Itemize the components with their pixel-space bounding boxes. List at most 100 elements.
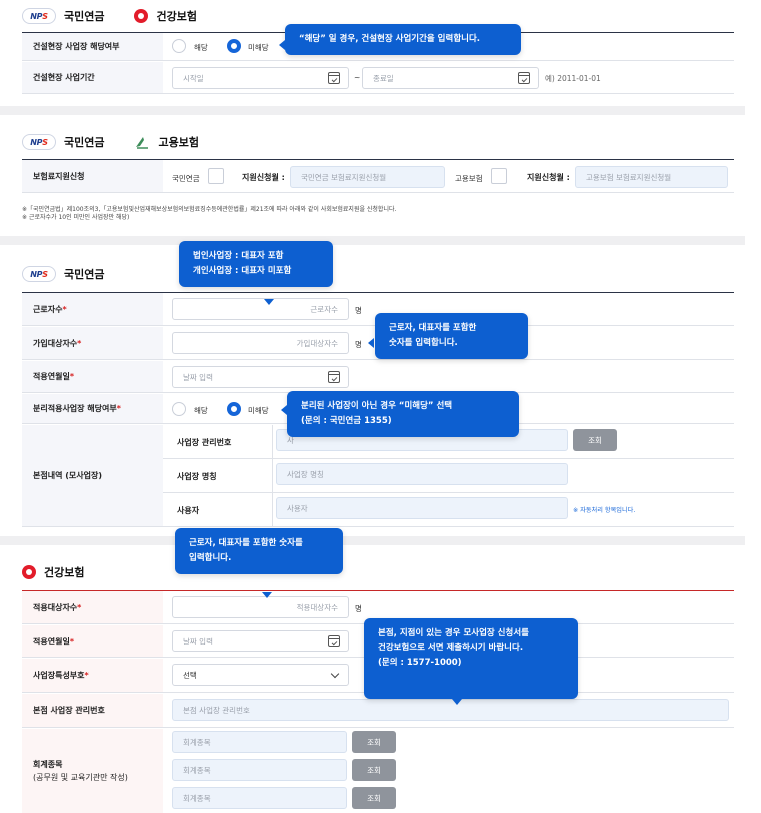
health-apply-date-input[interactable]: 날짜 입력: [172, 630, 349, 652]
account-input-3[interactable]: 회계종목: [172, 787, 347, 809]
account-search-button-3[interactable]: 조회: [352, 787, 396, 809]
user-input[interactable]: 사용자: [276, 497, 568, 519]
hq-details-row: 본점내역 (모사업장) 사업장 관리번호 사 조회 사업장 명칭 사업장 명칭 …: [22, 425, 734, 527]
pension-check-label: 국민연금: [172, 174, 200, 183]
symbol-label: 사업장특성부호 *: [22, 659, 163, 692]
biz-name-label: 사업장 명칭: [177, 472, 217, 481]
employment-title: 고용보험: [158, 136, 199, 149]
account-row: 회계종목 (공무원 및 교육기관만 작성) 회계종목 조회 회계종목 조회 회계…: [22, 729, 734, 813]
target-label: 적용대상자수 *: [22, 591, 163, 623]
construction-period-row: 건설현장 사업기간 시작일 ~ 종료일 예) 2011-01-01: [22, 62, 734, 94]
target-unit: 명: [355, 604, 362, 613]
hq-mgmt-label: 본점 사업장 관리번호: [22, 694, 163, 727]
tooltip-arrow: [264, 299, 274, 305]
pension-title: 국민연금: [64, 10, 105, 23]
section2-header: NP S 국민연금 고용보험: [22, 132, 199, 152]
separate-site-tooltip: 분리된 사업장이 아닌 경우 “미해당” 선택 (문의 : 국민연금 1355): [287, 391, 519, 437]
separate-no-label: 미해당: [248, 406, 269, 415]
tooltip-arrow: [368, 338, 374, 348]
workers-input[interactable]: 근로자수: [172, 298, 349, 320]
construction-site-label: 건설현장 사업장 해당여부: [22, 33, 163, 60]
separate-yes-label: 해당: [194, 406, 208, 415]
health-insurance-logo-icon: [22, 565, 36, 579]
pension-title: 국민연금: [64, 268, 105, 281]
workers-tooltip: 근로자, 대표자를 포함한 숫자를 입력합니다.: [375, 313, 528, 359]
size-note: ※ 근로자수가 10인 미만인 사업장만 해당): [22, 214, 130, 221]
account-input-1[interactable]: 회계종목: [172, 731, 347, 753]
construction-period-label: 건설현장 사업기간: [22, 62, 163, 93]
symbol-select[interactable]: 선택: [172, 664, 349, 686]
calendar-icon[interactable]: [518, 72, 530, 84]
construction-yes-label: 해당: [194, 43, 208, 52]
section4-header: 건강보험: [22, 562, 84, 582]
biz-name-input[interactable]: 사업장 명칭: [276, 463, 568, 485]
support-month-label-2: 지원신청월 :: [527, 173, 570, 182]
target-input[interactable]: 적용대상자수: [172, 596, 349, 618]
separate-site-label: 분리적용사업장 해당여부 *: [22, 394, 163, 423]
start-date-input[interactable]: 시작일: [172, 67, 349, 89]
calendar-icon[interactable]: [328, 72, 340, 84]
tooltip-arrow: [279, 40, 285, 50]
premium-support-row: 보험료지원신청 국민연금 지원신청월 : 국민연금 보험료지원신청월 고용보험 …: [22, 160, 734, 193]
chevron-down-icon[interactable]: [330, 669, 340, 679]
employment-insurance-logo-icon: [136, 137, 149, 149]
account-label: 회계종목 (공무원 및 교육기관만 작성): [22, 729, 163, 813]
workers-label: 근로자수 *: [22, 293, 163, 325]
calendar-icon[interactable]: [328, 635, 340, 647]
subscribers-input[interactable]: 가입대상자수: [172, 332, 349, 354]
health-title: 건강보험: [156, 10, 197, 23]
section3-header: NP S 국민연금: [22, 264, 104, 284]
calendar-icon[interactable]: [328, 371, 340, 383]
pension-apply-date-row: 적용연월일 * 날짜 입력: [22, 361, 734, 393]
employment-check-label: 고용보험: [455, 174, 483, 183]
subscribers-unit: 명: [355, 340, 362, 349]
pension-support-month-input[interactable]: 국민연금 보험료지원신청월: [290, 166, 445, 188]
end-date-input[interactable]: 종료일: [362, 67, 539, 89]
section-separator: [0, 536, 745, 545]
workers-unit: 명: [355, 306, 362, 315]
hq-details-label: 본점내역 (모사업장): [22, 425, 163, 526]
employment-support-month-input[interactable]: 고용보험 보험료지원신청월: [575, 166, 728, 188]
subscribers-label: 가입대상자수 *: [22, 327, 163, 359]
support-month-label-1: 지원신청월 :: [242, 173, 285, 182]
date-example: 예) 2011-01-01: [545, 74, 601, 83]
nps-logo-icon: NP S: [22, 134, 56, 150]
pension-apply-date-input[interactable]: 날짜 입력: [172, 366, 349, 388]
mgmt-no-search-button[interactable]: 조회: [573, 429, 617, 451]
construction-tooltip: “해당” 일 경우, 건설현장 사업기간을 입력합니다.: [285, 24, 521, 55]
nps-logo-icon: NP S: [22, 266, 56, 282]
period-tilde: ~: [354, 73, 361, 82]
separate-no-radio[interactable]: [227, 402, 241, 416]
hq-submit-tooltip: 본점, 지점이 있는 경우 모사업장 신청서를 건강보험으로 서면 제출하시기 …: [364, 618, 578, 699]
mgmt-no-label: 사업장 관리번호: [177, 438, 232, 447]
account-search-button-1[interactable]: 조회: [352, 731, 396, 753]
section-separator: [0, 236, 745, 245]
construction-no-radio[interactable]: [227, 39, 241, 53]
employment-support-checkbox[interactable]: [491, 168, 507, 184]
section1-header: NP S 국민연금 건강보험: [22, 6, 197, 26]
pension-title: 국민연금: [64, 136, 105, 149]
construction-yes-radio[interactable]: [172, 39, 186, 53]
account-input-2[interactable]: 회계종목: [172, 759, 347, 781]
tooltip-arrow: [452, 699, 462, 705]
health-insurance-logo-icon: [134, 9, 149, 23]
pension-support-checkbox[interactable]: [208, 168, 224, 184]
health-apply-date-label: 적용연월일 *: [22, 625, 163, 657]
hq-mgmt-row: 본점 사업장 관리번호 본점 사업장 관리번호: [22, 694, 734, 728]
tooltip-arrow: [281, 405, 287, 415]
health-target-tooltip: 근로자, 대표자를 포함한 숫자를 입력합니다.: [175, 528, 343, 574]
separate-yes-radio[interactable]: [172, 402, 186, 416]
auto-process-note: ※ 자동처리 항목입니다.: [573, 507, 636, 514]
construction-no-label: 미해당: [248, 43, 269, 52]
pension-apply-date-label: 적용연월일 *: [22, 361, 163, 392]
user-label: 사용자: [177, 506, 200, 515]
premium-support-label: 보험료지원신청: [22, 160, 163, 192]
section-separator: [0, 106, 745, 115]
health-title: 건강보험: [44, 566, 85, 579]
representative-tooltip: 법인사업장 : 대표자 포함 개인사업장 : 대표자 미포함: [179, 241, 333, 287]
nps-logo-icon: NP S: [22, 8, 56, 24]
hq-mgmt-input[interactable]: 본점 사업장 관리번호: [172, 699, 729, 721]
tooltip-arrow: [262, 592, 272, 598]
legal-note: ※「국민연금법」제100조의3,「고용보험및산업재해보상보험의보험료징수등에관한…: [22, 206, 397, 213]
account-search-button-2[interactable]: 조회: [352, 759, 396, 781]
